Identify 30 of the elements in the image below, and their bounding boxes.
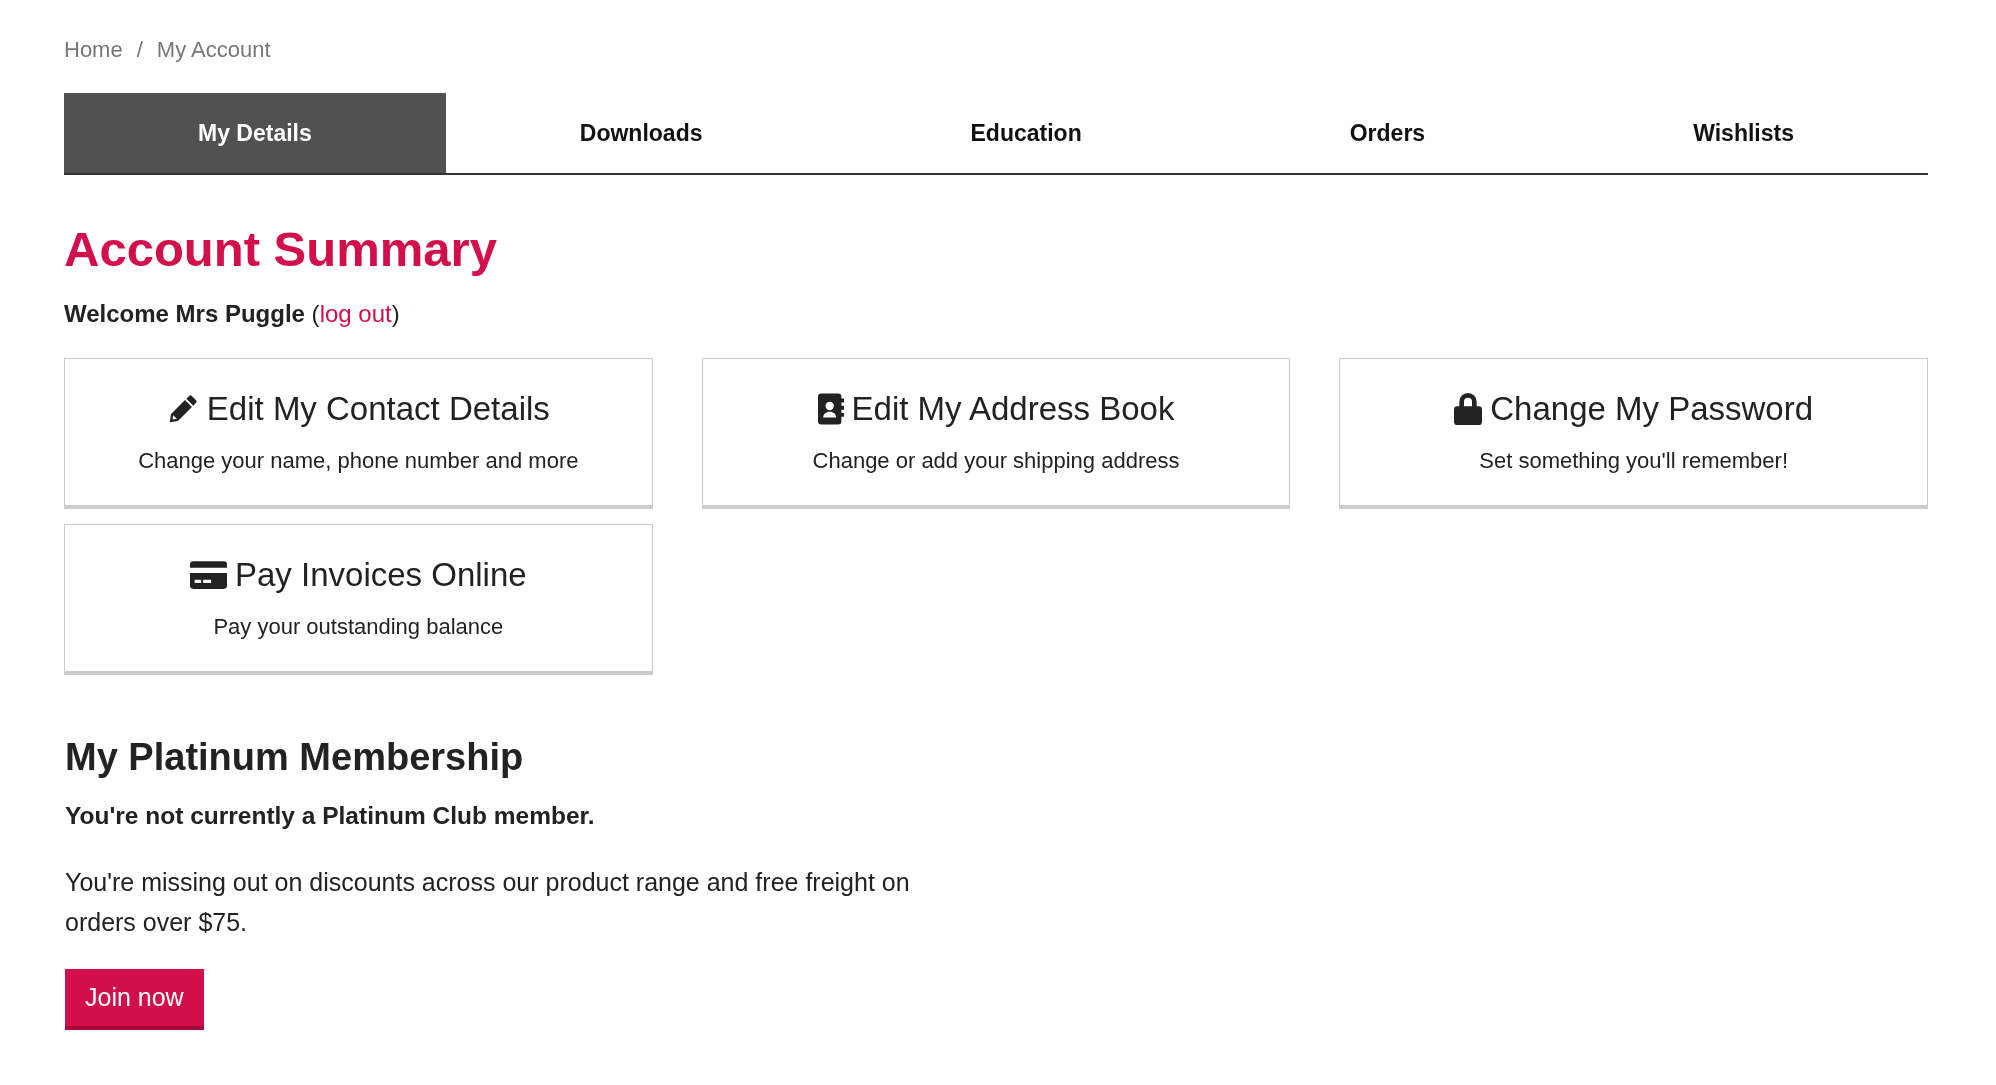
welcome-text: Welcome Mrs Puggle (log out) xyxy=(64,299,401,329)
breadcrumb-current: My Account xyxy=(156,36,271,64)
lock-icon xyxy=(1454,393,1483,425)
breadcrumb-separator: / xyxy=(136,36,143,64)
account-option-card[interactable]: Pay Invoices Online Pay your outstanding balance xyxy=(64,524,653,675)
card-description: Set something you'll remember! xyxy=(1479,447,1788,475)
logout-link[interactable]: log out xyxy=(319,300,392,327)
credit-card-icon xyxy=(190,561,227,589)
card-description: Pay your outstanding balance xyxy=(213,613,504,641)
membership-status: You're not currently a Platinum Club member. xyxy=(65,801,596,831)
membership-description: You're missing out on discounts across our product range and free freight on orders over $75. xyxy=(65,867,911,938)
card-title: Edit My Contact Details xyxy=(206,389,550,429)
card-description: Change or add your shipping address xyxy=(812,447,1180,475)
card-title: Pay Invoices Online xyxy=(235,555,527,595)
account-option-card[interactable]: Change My Password Set something you'll remember! xyxy=(1339,358,1928,509)
card-title: Change My Password xyxy=(1490,389,1814,429)
address-book-icon xyxy=(817,393,844,425)
tab[interactable]: Education xyxy=(836,93,1216,173)
tab[interactable]: My Details xyxy=(64,93,446,173)
tab[interactable]: Orders xyxy=(1215,93,1560,173)
account-option-card[interactable]: Edit My Contact Details Change your name, phone number and more xyxy=(64,358,653,509)
tab[interactable]: Downloads xyxy=(445,93,837,173)
tab[interactable]: Wishlists xyxy=(1559,93,1928,173)
join-now-button[interactable]: Join now xyxy=(65,969,204,1030)
breadcrumb-link[interactable]: Home xyxy=(64,36,123,64)
account-option-card[interactable]: Edit My Address Book Change or add your shipping address xyxy=(701,358,1291,509)
card-description: Change your name, phone number and more xyxy=(138,447,579,475)
card-title: Edit My Address Book xyxy=(851,389,1175,429)
section-heading: My Platinum Membership xyxy=(65,735,525,780)
page-title: Account Summary xyxy=(64,221,498,278)
